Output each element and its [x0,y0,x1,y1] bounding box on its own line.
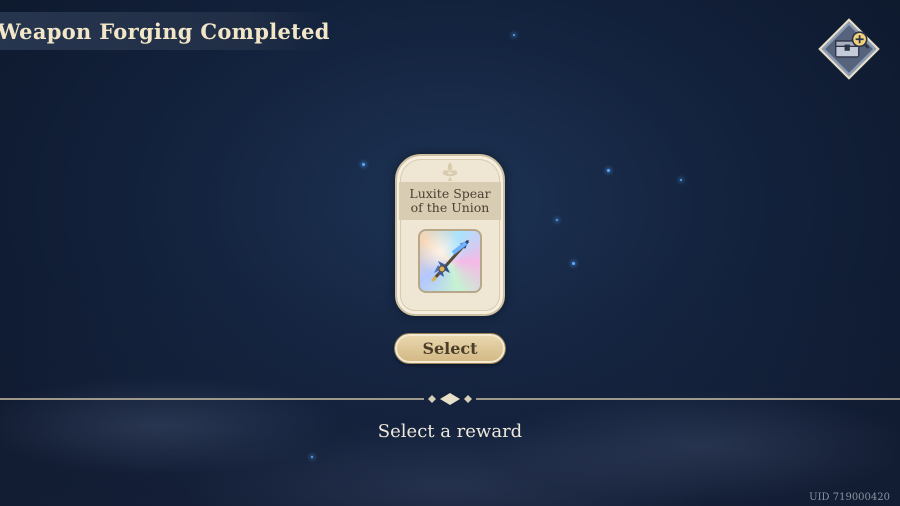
fleur-de-lis-icon [442,162,458,181]
select-button-label: Select [422,339,478,358]
sparkle [362,163,365,166]
sparkle [680,179,682,181]
sparkle [556,219,558,221]
select-button[interactable]: Select [395,334,505,363]
sparkle [513,34,515,36]
uid-label: UID 719000420 [809,492,890,503]
spear-icon [430,239,470,283]
title-banner: Weapon Forging Completed [0,12,330,50]
weapon-image-frame [418,229,482,293]
sparkle [607,169,610,172]
ornamental-divider [0,393,900,405]
sparkle [311,456,313,458]
inventory-button[interactable] [818,18,880,80]
weapon-name: Luxite Spear of the Union [399,182,501,220]
chest-magnify-icon [818,18,880,80]
select-reward-prompt: Select a reward [377,421,523,442]
page-title: Weapon Forging Completed [0,18,330,44]
reward-card[interactable]: Luxite Spear of the Union [395,154,505,316]
sparkle [572,262,575,265]
